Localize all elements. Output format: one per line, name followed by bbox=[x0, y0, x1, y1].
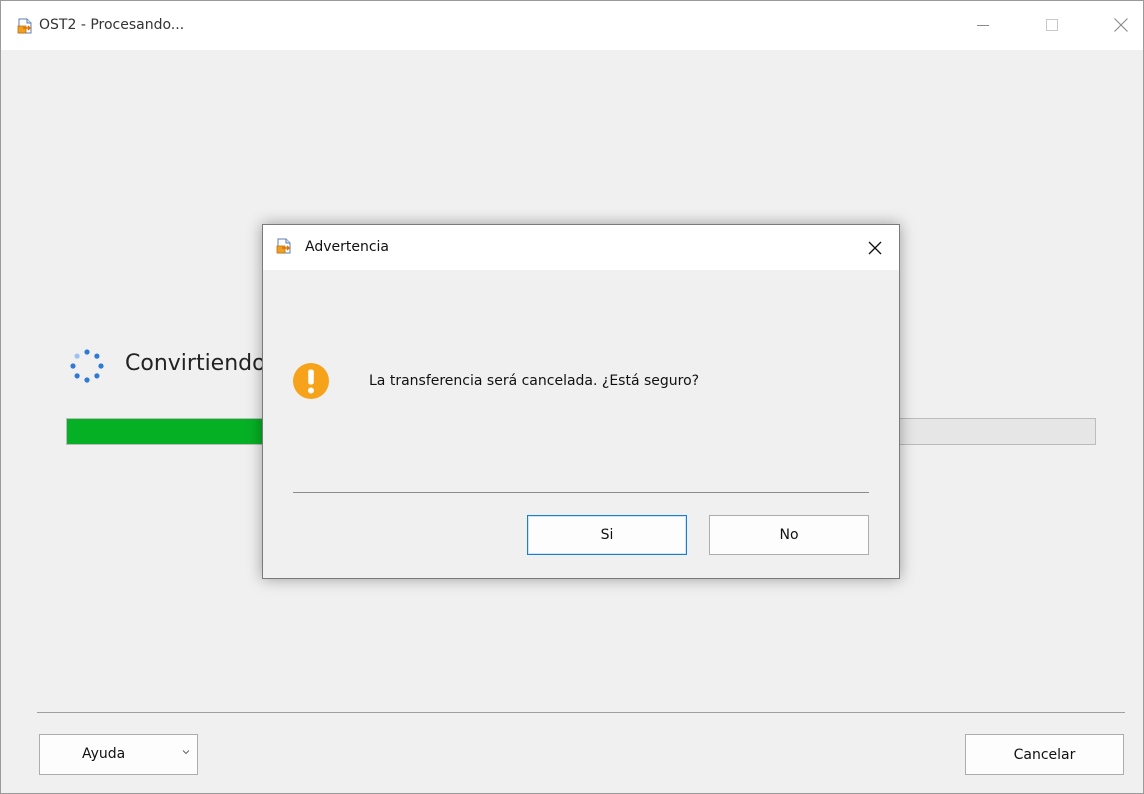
minimize-button[interactable] bbox=[963, 7, 1003, 43]
loading-spinner-icon bbox=[70, 349, 104, 383]
title-bar[interactable]: OST2 - Procesando... bbox=[1, 1, 1143, 50]
footer-divider bbox=[37, 712, 1125, 713]
dialog-title-bar[interactable]: Advertencia bbox=[263, 225, 899, 270]
status-text: Convirtiendo bbox=[125, 351, 266, 376]
close-icon bbox=[1114, 18, 1128, 32]
minimize-icon bbox=[977, 25, 989, 26]
maximize-button[interactable] bbox=[1032, 7, 1072, 43]
app-icon bbox=[17, 18, 32, 34]
maximize-icon bbox=[1046, 19, 1058, 31]
dialog-divider bbox=[293, 492, 869, 493]
help-button-label: Ayuda bbox=[82, 746, 126, 762]
help-button[interactable]: Ayuda bbox=[39, 734, 198, 775]
warning-icon bbox=[293, 363, 329, 399]
app-icon bbox=[276, 238, 291, 254]
window-title: OST2 - Procesando... bbox=[39, 17, 185, 33]
no-button[interactable]: No bbox=[709, 515, 869, 555]
dialog-close-button[interactable] bbox=[863, 236, 887, 260]
dialog-title: Advertencia bbox=[305, 239, 390, 255]
close-icon bbox=[868, 241, 882, 255]
dialog-message: La transferencia será cancelada. ¿Está s… bbox=[369, 373, 700, 389]
chevron-down-icon bbox=[182, 750, 190, 755]
close-button[interactable] bbox=[1101, 7, 1141, 43]
yes-button[interactable]: Si bbox=[527, 515, 687, 555]
cancel-button[interactable]: Cancelar bbox=[965, 734, 1124, 775]
warning-dialog: Advertencia La transferencia será cancel… bbox=[262, 224, 900, 579]
